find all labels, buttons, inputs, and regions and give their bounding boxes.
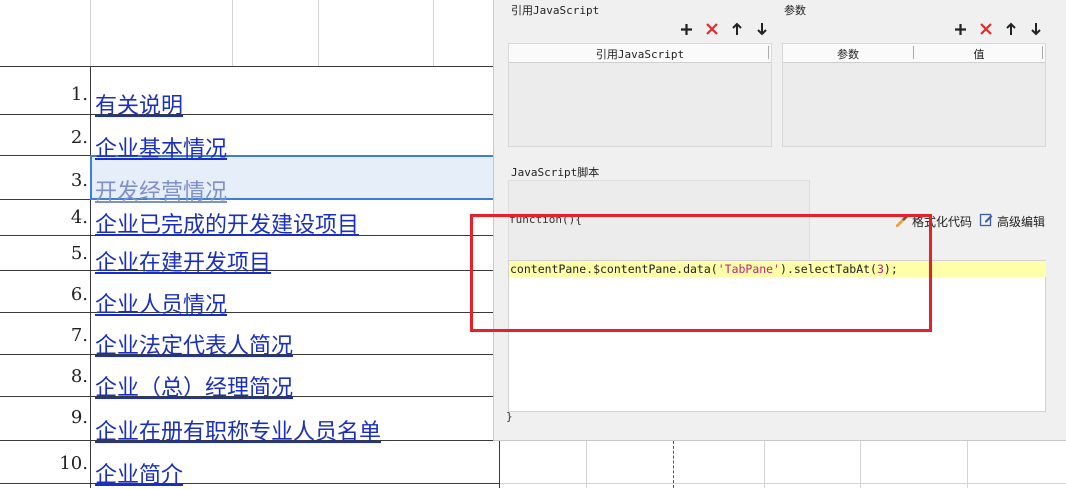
grid-line (0, 483, 500, 484)
params-section-label: 参数 (784, 4, 806, 17)
row-number: 7. (70, 325, 88, 346)
link-cell[interactable]: 企业法定代表人简况 (95, 328, 293, 360)
link-cell[interactable]: 企业人员情况 (95, 287, 227, 319)
column-separator (768, 46, 769, 59)
grid-line (433, 0, 434, 66)
link-cell[interactable]: 企业（总）经理简况 (95, 370, 293, 402)
grid-line (967, 441, 968, 488)
row-number: 4. (70, 207, 88, 228)
row-number: 3. (70, 170, 88, 191)
column-header[interactable]: 引用JavaScript (509, 46, 771, 62)
arrow-down-icon[interactable] (1027, 20, 1044, 38)
code-number-literal: 3 (876, 262, 884, 276)
edit-icon (979, 212, 994, 230)
params-list-header: 参数 值 (783, 44, 1045, 63)
link-cell[interactable]: 企业基本情况 (95, 131, 227, 163)
grid-line (860, 441, 861, 488)
link-cell[interactable]: 企业在册有职称专业人员名单 (95, 414, 381, 446)
column-header-name[interactable]: 参数 (783, 46, 913, 62)
format-code-button[interactable]: 格式化代码 (893, 212, 972, 231)
code-string-literal: 'TabPane' (717, 262, 781, 276)
code-text: ).selectTabAt( (780, 262, 877, 276)
ref-js-list[interactable]: 引用JavaScript (508, 43, 772, 147)
grid-line (499, 441, 500, 488)
plus-icon[interactable] (678, 20, 695, 38)
row-number: 1. (70, 84, 88, 105)
column-separator (1042, 46, 1043, 59)
delete-x-icon[interactable] (703, 20, 720, 38)
grid-line (764, 441, 765, 488)
code-editor[interactable]: contentPane.$contentPane.data('TabPane')… (508, 260, 1046, 412)
ref-js-section-label: 引用JavaScript (511, 4, 600, 17)
delete-x-icon[interactable] (977, 20, 994, 38)
row-number: 2. (70, 127, 88, 148)
grid-line (232, 0, 233, 66)
brush-icon (893, 212, 909, 231)
params-list[interactable]: 参数 值 (782, 43, 1046, 147)
advanced-edit-button[interactable]: 高级编辑 (979, 212, 1045, 230)
script-section-label: JavaScript脚本 (511, 166, 600, 179)
grid-line (0, 66, 493, 67)
advanced-edit-label: 高级编辑 (997, 214, 1046, 229)
ref-js-toolbar (678, 20, 770, 38)
row-number: 9. (70, 407, 88, 428)
link-cell[interactable]: 企业简介 (95, 457, 183, 489)
arrow-up-icon[interactable] (728, 20, 745, 38)
plus-icon[interactable] (952, 20, 969, 38)
code-text: contentPane.$contentPane.data( (510, 262, 718, 276)
link-cell[interactable]: 企业已完成的开发建设项目 (95, 207, 359, 239)
grid-line (90, 66, 91, 488)
link-cell[interactable]: 有关说明 (95, 88, 183, 120)
params-toolbar (952, 20, 1044, 38)
grid-line (90, 0, 91, 66)
code-text: ); (883, 262, 898, 276)
arrow-up-icon[interactable] (1002, 20, 1019, 38)
grid-line (0, 312, 493, 313)
row-number: 10. (59, 453, 88, 474)
row-number: 5. (70, 243, 88, 264)
ref-js-list-header: 引用JavaScript (509, 44, 771, 63)
function-header: function(){ (509, 213, 582, 226)
grid-line (318, 0, 319, 66)
row-number: 8. (70, 366, 88, 387)
code-line[interactable]: contentPane.$contentPane.data('TabPane')… (509, 261, 1046, 277)
page-break-line (673, 441, 675, 488)
link-cell[interactable]: 企业在建开发项目 (95, 245, 271, 277)
grid-line (586, 441, 587, 488)
column-header-value[interactable]: 值 (914, 46, 1044, 62)
function-footer: } (506, 410, 513, 423)
arrow-down-icon[interactable] (753, 20, 770, 38)
grid-line (500, 483, 1066, 484)
row-number: 6. (70, 284, 88, 305)
link-cell-selected[interactable]: 开发经营情况 (95, 174, 227, 206)
format-code-label: 格式化代码 (912, 215, 973, 229)
grid-line (0, 114, 493, 115)
